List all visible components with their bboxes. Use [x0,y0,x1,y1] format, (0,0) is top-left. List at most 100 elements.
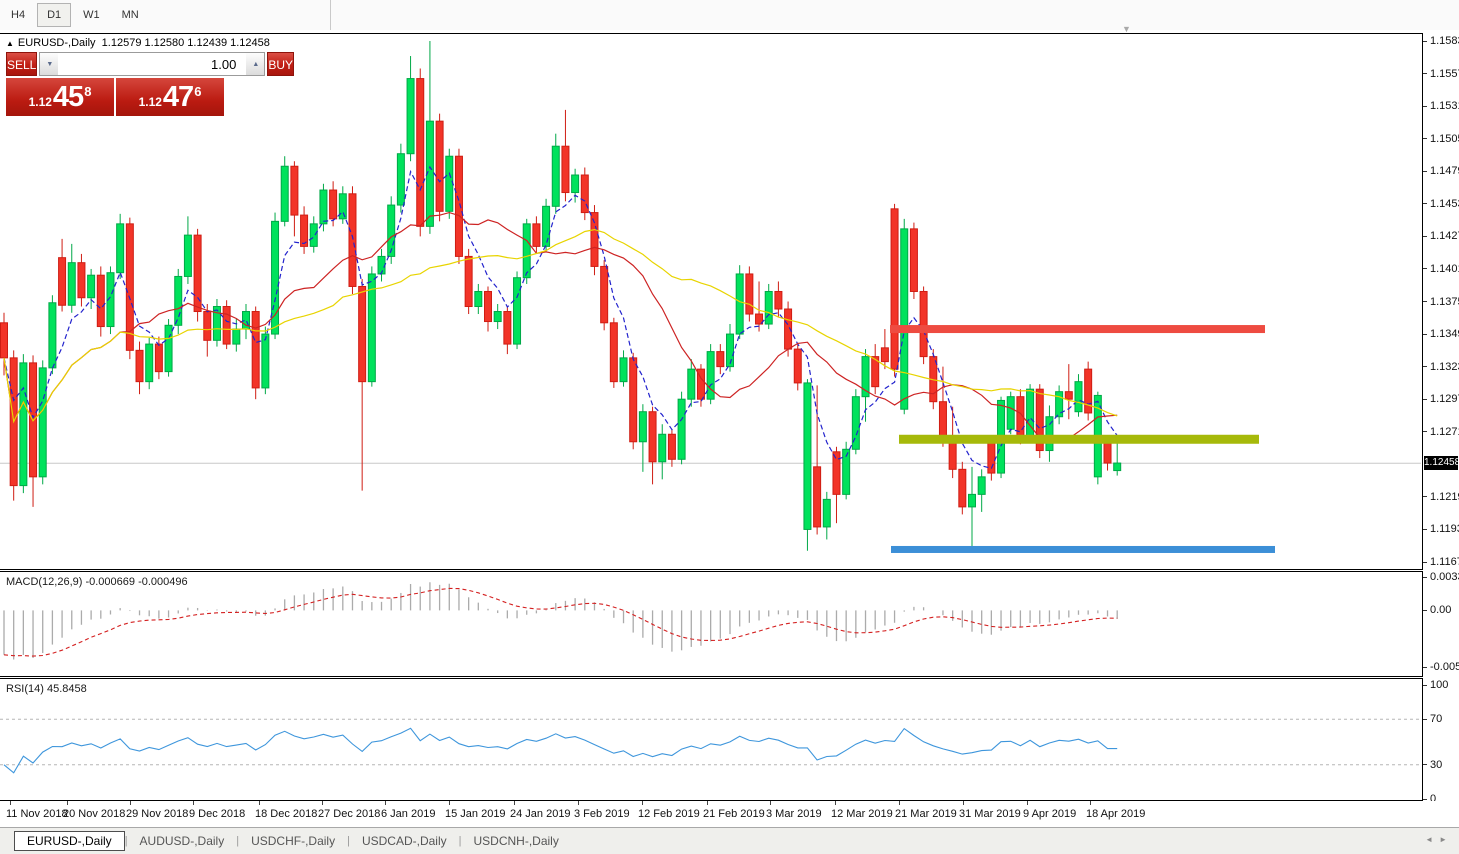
candle [639,404,646,472]
rsi-axis[interactable]: 10070300 [1423,678,1459,801]
macd-tick-dash [1423,610,1427,611]
date-axis[interactable]: 11 Nov 201820 Nov 201829 Nov 20189 Dec 2… [0,801,1459,827]
price-tick-dash [1423,236,1427,237]
date-tick-mark [259,801,260,805]
price-tick-dash [1423,562,1427,563]
date-tick-mark [449,801,450,805]
date-tick-mark [707,801,708,805]
chart-tab-audusd[interactable]: AUDUSD-,Daily [128,831,237,851]
timeframe-tab-mn[interactable]: MN [112,3,149,27]
candle [969,467,976,547]
candle [794,343,801,391]
price-tick-dash [1423,171,1427,172]
rsi-tick-dash [1423,764,1427,765]
support-line-blue[interactable] [891,546,1275,553]
chart-tab-usdchf[interactable]: USDCHF-,Daily [239,831,347,851]
collapse-icon[interactable]: ▲ [6,39,14,48]
timeframe-tab-w1[interactable]: W1 [73,3,110,27]
rsi-indicator-pane[interactable]: RSI(14) 45.8458 [0,678,1423,801]
date-tick-label: 18 Dec 2018 [255,808,317,820]
date-tick-label: 24 Jan 2019 [510,808,571,820]
candle [339,186,346,224]
candle [223,300,230,349]
candle [243,304,250,339]
macd-tick-label: 0.00 [1430,604,1451,616]
candle [765,284,772,329]
price-axis[interactable]: 1.158301.155701.153101.150501.147901.145… [1423,33,1459,570]
date-tick-mark [67,801,68,805]
volume-increase-button[interactable]: ▲ [246,53,264,75]
chart-tab-usdcad[interactable]: USDCAD-,Daily [350,831,459,851]
date-tick-mark [10,801,11,805]
date-tick-label: 9 Dec 2018 [189,808,245,820]
price-tick-dash [1423,431,1427,432]
price-tick-label: 1.13490 [1430,328,1459,340]
volume-input[interactable] [58,53,246,75]
price-tick-label: 1.13230 [1430,361,1459,373]
timeframe-tab-d1[interactable]: D1 [37,3,71,27]
date-tick-label: 29 Nov 2018 [126,808,188,820]
candle [514,271,521,349]
buy-price-box[interactable]: 1.12 47 6 [116,78,224,116]
sell-price-box[interactable]: 1.12 45 8 [6,78,114,116]
date-tick-mark [1090,801,1091,805]
candle [891,204,898,377]
sell-price-big: 45 [53,81,83,114]
sell-price-pip: 8 [84,84,91,99]
candle [543,199,550,252]
candle [20,354,27,493]
rsi-line [4,728,1117,773]
tab-scroll-arrows[interactable]: ◄► [1425,835,1453,844]
timeframe-tab-h4[interactable]: H4 [1,3,35,27]
price-tick-label: 1.13750 [1430,296,1459,308]
volume-decrease-button[interactable]: ▼ [40,53,58,75]
resistance-line-red[interactable] [890,325,1265,333]
date-tick-mark [514,801,515,805]
rsi-tick-label: 70 [1430,713,1442,725]
price-tick-label: 1.11670 [1430,556,1459,568]
tab-scroll-left-icon[interactable]: ◄ [1425,835,1439,844]
price-tick-dash [1423,138,1427,139]
candle [1065,364,1072,419]
trading-terminal-window: H4D1W1MN ▼ 1.158301.155701.153101.150501… [0,0,1459,854]
candle [49,295,56,374]
pivot-line-olive[interactable] [899,435,1259,444]
candle [717,344,724,374]
date-tick-label: 3 Mar 2019 [766,808,822,820]
sell-price-prefix: 1.12 [29,95,52,109]
candle [213,299,220,347]
candle [504,307,511,355]
date-tick-label: 31 Mar 2019 [959,808,1021,820]
chart-tab-eurusd[interactable]: EURUSD-,Daily [14,831,125,851]
macd-axis[interactable]: 0.0033860.00-0.00574 [1423,571,1459,677]
candle [610,318,617,388]
price-tick-dash [1423,366,1427,367]
candle [175,269,182,334]
date-tick-label: 15 Jan 2019 [445,808,506,820]
rsi-label: RSI(14) 45.8458 [6,683,87,695]
candle [330,181,337,226]
rsi-tick-dash [1423,685,1427,686]
tab-scroll-right-icon[interactable]: ► [1439,835,1453,844]
candle [136,342,143,395]
macd-indicator-pane[interactable]: MACD(12,26,9) -0.000669 -0.000496 [0,571,1423,677]
date-tick-label: 12 Mar 2019 [831,808,893,820]
buy-button[interactable]: BUY [267,52,294,76]
date-tick-mark [1027,801,1028,805]
candle [978,469,985,512]
candle [117,214,124,279]
sell-button[interactable]: SELL [6,52,37,76]
price-tick-label: 1.14010 [1430,263,1459,275]
candle [262,327,269,395]
candle [727,324,734,372]
date-tick-label: 12 Feb 2019 [638,808,700,820]
candle [630,353,637,449]
macd-tick-dash [1423,667,1427,668]
price-tick-label: 1.15830 [1430,35,1459,47]
candle [310,216,317,252]
candle [1056,385,1063,424]
candle [10,350,17,500]
chart-tab-usdcnh[interactable]: USDCNH-,Daily [462,831,571,851]
candle [417,69,424,237]
candle [30,355,37,507]
